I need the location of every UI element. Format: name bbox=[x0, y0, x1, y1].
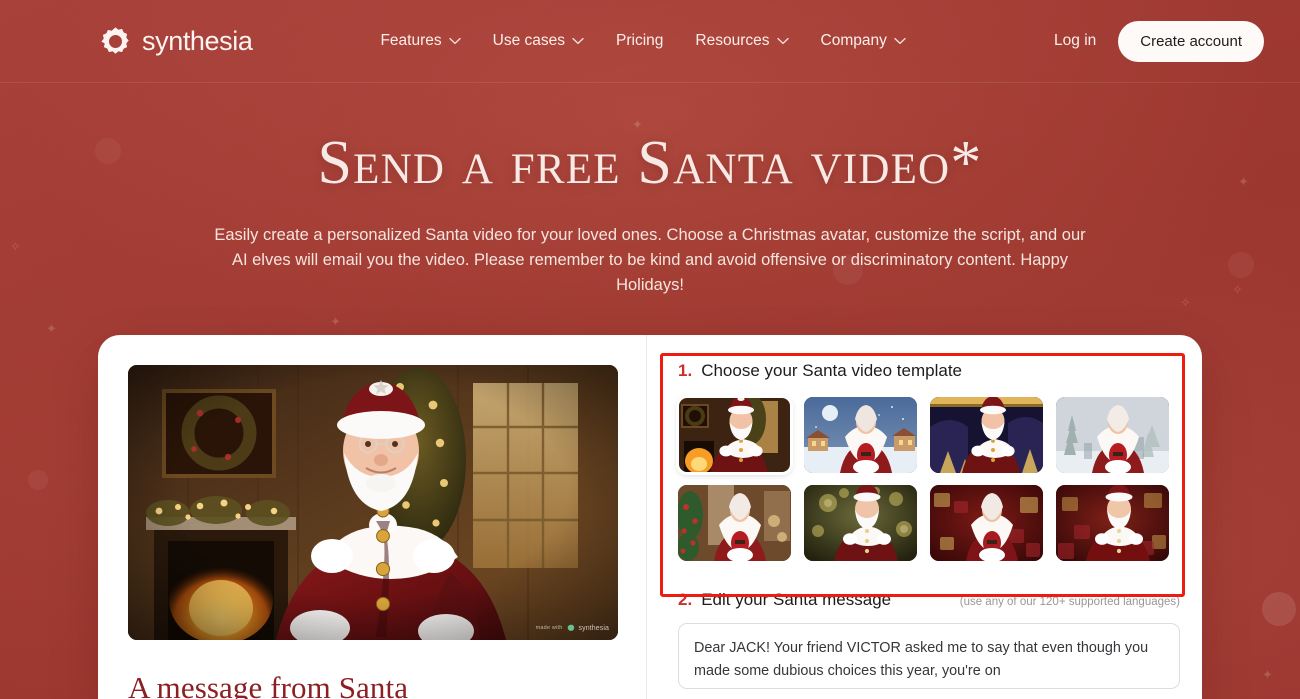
header-actions: Log in Create account bbox=[1054, 20, 1264, 62]
chevron-down-icon bbox=[448, 37, 461, 45]
chevron-down-icon bbox=[894, 37, 906, 45]
snowflake-icon: ✦ bbox=[1262, 667, 1273, 682]
nav-item-use-cases[interactable]: Use cases bbox=[493, 32, 584, 50]
template-thumbnail bbox=[678, 485, 791, 562]
hero-section: Send a free Santa video* Easily create a… bbox=[0, 83, 1300, 298]
santa-video-builder-card: made with synthesia A message from Santa… bbox=[98, 335, 1202, 699]
watermark-brand: synthesia bbox=[578, 624, 609, 632]
template-thumbnail bbox=[1056, 397, 1169, 474]
synthesia-watermark: made with synthesia bbox=[536, 624, 609, 632]
template-mrs-claus-snowy-village[interactable] bbox=[804, 397, 917, 474]
template-mrs-claus-red-gifts[interactable] bbox=[930, 485, 1043, 562]
nav-item-pricing[interactable]: Pricing bbox=[616, 32, 663, 50]
nav-label: Use cases bbox=[492, 32, 566, 49]
chevron-down-icon bbox=[572, 37, 584, 45]
template-grid bbox=[676, 395, 1180, 562]
santa-message-input[interactable] bbox=[678, 623, 1180, 690]
template-santa-red-gifts[interactable] bbox=[1056, 485, 1169, 562]
nav-label: Company bbox=[820, 32, 887, 49]
brand-logo[interactable]: synthesia bbox=[100, 25, 253, 57]
video-preview-column: made with synthesia A message from Santa bbox=[98, 335, 647, 699]
template-thumbnail bbox=[1056, 485, 1169, 562]
nav-label: Features bbox=[380, 32, 442, 49]
template-thumbnail bbox=[678, 397, 791, 474]
synthesia-logo-icon bbox=[566, 624, 574, 632]
step-two-hint: (use any of our 120+ supported languages… bbox=[959, 596, 1180, 609]
main-navigation: Features Use cases Pricing Resources Com… bbox=[380, 32, 906, 50]
nav-item-features[interactable]: Features bbox=[380, 32, 461, 50]
steps-column: 1. Choose your Santa video template 2. E… bbox=[647, 335, 1202, 699]
step-one-header: 1. Choose your Santa video template bbox=[678, 361, 1180, 381]
template-mrs-claus-snowy-trees[interactable] bbox=[1056, 397, 1169, 474]
login-link[interactable]: Log in bbox=[1054, 32, 1096, 50]
step-one-title: Choose your Santa video template bbox=[701, 361, 963, 381]
template-thumbnail bbox=[804, 485, 917, 562]
hero-subtitle: Easily create a personalized Santa video… bbox=[214, 226, 1086, 295]
step-one-number: 1. bbox=[678, 361, 693, 381]
step-two-number: 2. bbox=[678, 590, 693, 610]
template-thumbnail bbox=[930, 485, 1043, 562]
step-two-title: Edit your Santa message bbox=[701, 590, 892, 610]
snowflake-icon: ✦ bbox=[46, 321, 57, 336]
template-santa-golden-stage[interactable] bbox=[930, 397, 1043, 474]
santa-video-still bbox=[128, 365, 618, 641]
template-santa-fireplace-study[interactable] bbox=[676, 395, 793, 476]
watermark-prefix: made with bbox=[535, 625, 563, 632]
nav-label: Pricing bbox=[616, 32, 664, 49]
nav-label: Resources bbox=[695, 32, 770, 49]
chevron-down-icon bbox=[776, 37, 789, 45]
create-account-button[interactable]: Create account bbox=[1118, 20, 1264, 62]
page-title: Send a free Santa video* bbox=[317, 129, 983, 197]
step-two-header: 2. Edit your Santa message (use any of o… bbox=[678, 590, 1180, 610]
template-santa-bokeh-lights[interactable] bbox=[804, 485, 917, 562]
decor-blob bbox=[28, 470, 48, 490]
template-mrs-claus-toy-workshop[interactable] bbox=[678, 485, 791, 562]
snowflake-icon: ✦ bbox=[330, 314, 341, 329]
nav-item-company[interactable]: Company bbox=[821, 32, 906, 50]
synthesia-logo-icon bbox=[101, 26, 129, 54]
santa-video-preview[interactable]: made with synthesia bbox=[128, 365, 618, 641]
nav-item-resources[interactable]: Resources bbox=[695, 32, 789, 50]
template-thumbnail bbox=[930, 397, 1043, 474]
brand-name: synthesia bbox=[142, 25, 253, 56]
template-thumbnail bbox=[804, 397, 917, 474]
decor-blob bbox=[1262, 592, 1296, 626]
preview-heading: A message from Santa bbox=[128, 670, 409, 699]
site-header: synthesia Features Use cases Pricing Res… bbox=[0, 0, 1300, 83]
